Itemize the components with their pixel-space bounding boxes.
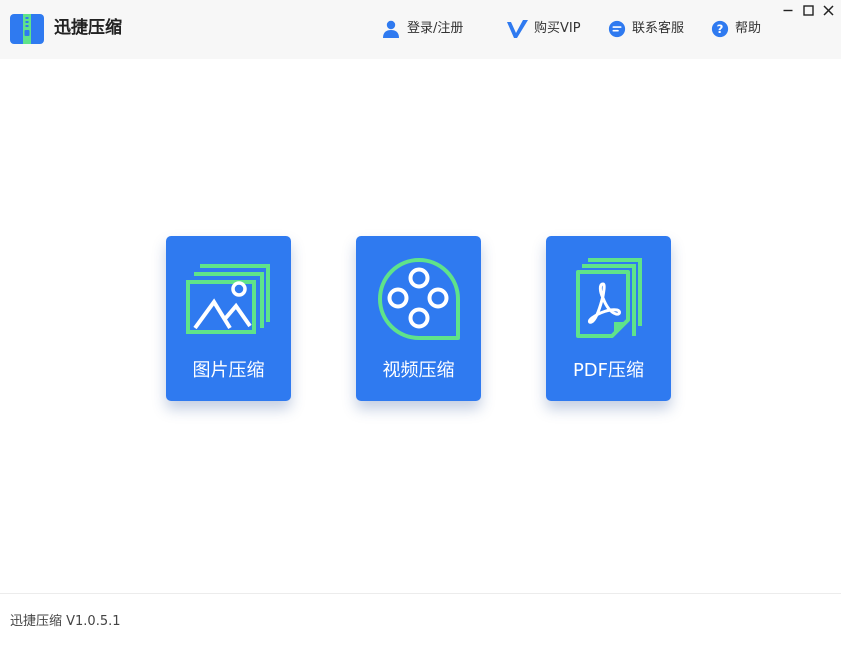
pdf-document-icon <box>576 258 642 338</box>
image-stack-icon <box>186 264 270 334</box>
title-bar: 迅捷压缩 登录/注册 购买VIP 联系客服 ? 帮助 <box>0 0 841 59</box>
pdf-compress-card[interactable]: PDF压缩 <box>546 236 671 401</box>
buy-vip-button[interactable]: 购买VIP <box>506 18 581 40</box>
contact-support-label: 联系客服 <box>632 21 685 36</box>
film-reel-icon <box>378 258 460 340</box>
footer-divider <box>0 593 841 594</box>
video-compress-card[interactable]: 视频压缩 <box>356 236 481 401</box>
minimize-icon <box>783 9 793 12</box>
vip-icon <box>507 20 528 38</box>
close-button[interactable] <box>819 2 837 18</box>
login-register-button[interactable]: 登录/注册 <box>381 18 463 40</box>
maximize-icon <box>802 4 814 16</box>
image-compress-card[interactable]: 图片压缩 <box>166 236 291 401</box>
help-label: 帮助 <box>735 21 762 36</box>
maximize-button[interactable] <box>799 2 817 18</box>
app-title: 迅捷压缩 <box>54 18 122 38</box>
login-register-label: 登录/注册 <box>407 21 464 36</box>
app-window: 迅捷压缩 登录/注册 购买VIP 联系客服 ? 帮助 图片压缩 视频压缩 PDF… <box>0 0 841 645</box>
user-icon <box>383 20 399 38</box>
video-compress-label: 视频压缩 <box>382 360 455 381</box>
minimize-button[interactable] <box>779 2 797 18</box>
buy-vip-label: 购买VIP <box>534 21 581 36</box>
pdf-compress-label: PDF压缩 <box>572 360 645 381</box>
chat-icon <box>608 20 626 38</box>
help-button[interactable]: ? 帮助 <box>711 18 761 40</box>
help-icon: ? <box>711 20 729 38</box>
contact-support-button[interactable]: 联系客服 <box>608 18 684 40</box>
svg-text:?: ? <box>717 22 724 36</box>
window-controls <box>779 2 837 18</box>
version-text: 迅捷压缩 V1.0.5.1 <box>10 614 121 629</box>
image-compress-label: 图片压缩 <box>192 360 265 381</box>
close-icon <box>822 4 834 16</box>
app-logo-icon <box>10 14 44 44</box>
